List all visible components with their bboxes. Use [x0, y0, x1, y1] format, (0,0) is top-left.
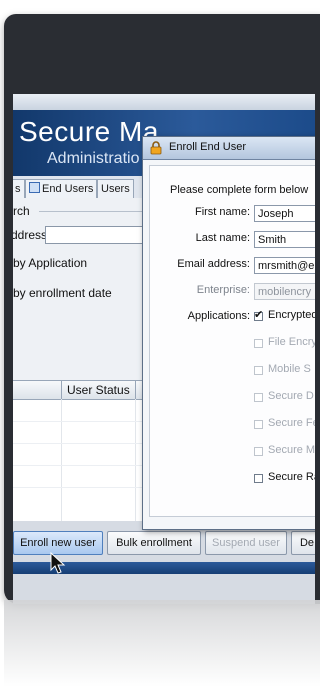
reflection: [4, 600, 320, 687]
tab-partial[interactable]: s: [13, 179, 25, 198]
filter-by-application[interactable]: by Application: [13, 256, 87, 270]
dialog-body: Please complete form below First name: J…: [149, 165, 315, 517]
applications-label: Applications:: [187, 310, 250, 322]
dialog-title: Enroll End User: [169, 141, 247, 153]
end-users-icon: [29, 182, 40, 193]
last-name-field[interactable]: Smith: [254, 231, 315, 248]
tab-label: End Users: [42, 183, 94, 195]
mouse-cursor-icon: [50, 552, 66, 574]
app-option-file-encryption: File Encry: [268, 336, 315, 348]
dialog-intro: Please complete form below: [170, 184, 309, 196]
app-option-mobile-security: Mobile S: [268, 363, 311, 375]
column-separator: [61, 381, 62, 399]
app-checkbox-file-encryption: [254, 339, 263, 348]
enroll-dialog: Enroll End User Please complete form bel…: [142, 136, 315, 530]
first-name-field[interactable]: Joseph: [254, 205, 315, 222]
tab-label: s: [15, 183, 21, 195]
dialog-title-bar: Enroll End User: [143, 137, 315, 160]
column-separator: [135, 381, 136, 399]
grid-line: [135, 399, 136, 521]
app-checkbox-mobile-security: [254, 366, 263, 375]
group-divider: [39, 211, 147, 212]
grid-line: [61, 399, 62, 521]
email-field[interactable]: mrsmith@e: [254, 257, 315, 274]
bulk-enrollment-button[interactable]: Bulk enrollment: [107, 531, 201, 555]
app-option-secure-m: Secure M: [268, 444, 315, 456]
tab-label: Users: [101, 183, 130, 195]
app-checkbox-secure-d: [254, 393, 263, 402]
app-option-secure-d: Secure D: [268, 390, 314, 402]
tab-end-users[interactable]: End Users: [25, 179, 98, 198]
lock-icon: [150, 141, 162, 155]
app-checkbox-secure-fe: [254, 420, 263, 429]
app-option-encrypted[interactable]: Encrypted: [268, 309, 315, 321]
last-name-label: Last name:: [195, 232, 250, 244]
column-header-user-status[interactable]: User Status: [67, 383, 130, 397]
app-checkbox-secure-m: [254, 447, 263, 456]
filter-by-enrollment-date[interactable]: by enrollment date: [13, 286, 112, 300]
app-window: Secure Ma Administratio s End Users User…: [13, 94, 315, 604]
enterprise-label: Enterprise:: [196, 284, 250, 296]
app-subtitle: Administratio: [47, 150, 140, 167]
app-option-secure-fe: Secure Fe: [268, 417, 315, 429]
app-checkbox-secure-ra[interactable]: [254, 474, 263, 483]
window-top-bar: [13, 94, 315, 111]
more-button[interactable]: De: [291, 531, 315, 555]
photo-frame: Secure Ma Administratio s End Users User…: [4, 14, 320, 604]
tab-users[interactable]: Users: [97, 179, 134, 198]
search-group-label: rch: [13, 204, 30, 218]
suspend-user-button[interactable]: Suspend user: [205, 531, 287, 555]
first-name-label: First name:: [194, 206, 250, 218]
enterprise-field: mobilencry: [254, 283, 315, 300]
email-label: Email address:: [177, 258, 250, 270]
app-checkbox-encrypted[interactable]: [254, 308, 263, 321]
app-title: Secure Ma: [19, 116, 159, 147]
app-option-secure-ra[interactable]: Secure Ra: [268, 471, 315, 483]
